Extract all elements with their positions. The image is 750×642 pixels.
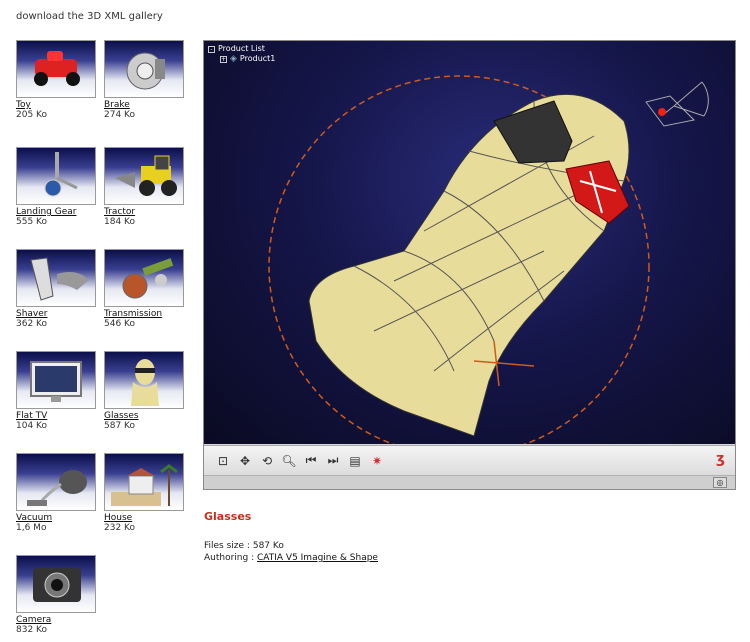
brake-disc-icon[interactable] (104, 40, 184, 98)
gallery-item-size: 832 Ko (16, 625, 47, 635)
authoring-tool-link[interactable]: CATIA V5 Imagine & Shape (257, 553, 378, 563)
gallery-item-size: 205 Ko (16, 110, 47, 120)
gallery-item-size: 1,6 Mo (16, 523, 47, 533)
gallery-item-name[interactable]: Flat TV (16, 411, 96, 421)
toy-car-icon[interactable] (16, 40, 96, 98)
transmission-icon[interactable] (104, 249, 184, 307)
3ds-logo-icon: ʒ (716, 451, 725, 467)
gallery-item-transmission[interactable]: Transmission 546 Ko (104, 249, 184, 329)
3d-viewport[interactable]: - Product List + ◈ Product1 (204, 41, 735, 444)
gallery-item-tractor[interactable]: Tractor 184 Ko (104, 147, 184, 227)
gallery-item-name[interactable]: Landing Gear (16, 207, 96, 217)
glasses-icon[interactable] (104, 351, 184, 409)
catia-icon[interactable]: ✷ (368, 452, 386, 470)
viewer-toolbar: ⊡ ✥ ⟲ 🔍︎ ⏮︎ ⏭︎ ▤ ✷ ʒ (204, 445, 735, 475)
gallery-item-size: 104 Ko (16, 421, 47, 431)
tree-root[interactable]: - Product List (208, 44, 275, 54)
gallery-item-name[interactable]: Toy (16, 100, 96, 110)
authoring-label: Authoring : (204, 553, 255, 563)
tree-child-label[interactable]: Product1 (240, 54, 275, 64)
gallery-item-house[interactable]: House 232 Ko (104, 453, 184, 533)
gallery-item-size: 232 Ko (104, 523, 135, 533)
gallery-item-vacuum[interactable]: Vacuum 1,6 Mo (16, 453, 96, 533)
file-size-row: Files size : 587 Ko (204, 540, 378, 552)
authoring-row: Authoring : CATIA V5 Imagine & Shape (204, 552, 378, 564)
landing-gear-icon[interactable] (16, 147, 96, 205)
gallery-item-name[interactable]: Transmission (104, 309, 184, 319)
pan-icon[interactable]: ✥ (236, 452, 254, 470)
clipboard-icon[interactable]: ▤ (346, 452, 364, 470)
next-icon[interactable]: ⏭︎ (324, 452, 342, 470)
download-gallery-link[interactable]: download the 3D XML gallery (16, 11, 163, 22)
gallery-item-size: 184 Ko (104, 217, 135, 227)
gallery-item-name[interactable]: House (104, 513, 184, 523)
rotate-icon[interactable]: ⟲ (258, 452, 276, 470)
file-size-label: Files size : (204, 541, 250, 551)
gallery-item-name[interactable]: Shaver (16, 309, 96, 319)
tree-root-label[interactable]: Product List (218, 44, 265, 54)
glasses-model-render[interactable] (204, 41, 735, 444)
selected-item-info: Files size : 587 Ko Authoring : CATIA V5… (204, 540, 378, 564)
viewer-statusbar: ◎ (204, 475, 735, 489)
vacuum-icon[interactable] (16, 453, 96, 511)
gallery-item-brake[interactable]: Brake 274 Ko (104, 40, 184, 120)
gallery-item-shaver[interactable]: Shaver 362 Ko (16, 249, 96, 329)
settings-icon[interactable]: ◎ (713, 477, 727, 488)
camera-icon[interactable] (16, 555, 96, 613)
shaver-icon[interactable] (16, 249, 96, 307)
gallery-item-glasses[interactable]: Glasses 587 Ko (104, 351, 184, 431)
flat-tv-icon[interactable] (16, 351, 96, 409)
zoom-icon[interactable]: 🔍︎ (280, 452, 298, 470)
gallery-item-size: 546 Ko (104, 319, 135, 329)
gallery-item-toy[interactable]: Toy 205 Ko (16, 40, 96, 120)
product-icon: ◈ (230, 54, 237, 64)
gallery-item-size: 555 Ko (16, 217, 47, 227)
house-icon[interactable] (104, 453, 184, 511)
tractor-icon[interactable] (104, 147, 184, 205)
product-tree: - Product List + ◈ Product1 (208, 44, 275, 64)
expand-icon[interactable]: + (220, 55, 227, 63)
gallery-item-camera[interactable]: Camera 832 Ko (16, 555, 96, 635)
gallery-item-name[interactable]: Glasses (104, 411, 184, 421)
gallery-item-size: 274 Ko (104, 110, 135, 120)
gallery-item-name[interactable]: Vacuum (16, 513, 96, 523)
fit-all-icon[interactable]: ⊡ (214, 452, 232, 470)
file-size-value: 587 Ko (252, 541, 284, 551)
gallery-item-flat-tv[interactable]: Flat TV 104 Ko (16, 351, 96, 431)
previous-icon[interactable]: ⏮︎ (302, 452, 320, 470)
collapse-icon[interactable]: - (208, 45, 215, 53)
gallery-item-name[interactable]: Tractor (104, 207, 184, 217)
compass-icon[interactable] (645, 81, 709, 127)
selected-item-title: Glasses (204, 510, 252, 523)
3d-viewer[interactable]: - Product List + ◈ Product1 ⊡ ✥ ⟲ 🔍︎ ⏮︎ … (203, 40, 736, 490)
gallery-item-name[interactable]: Brake (104, 100, 184, 110)
gallery-item-size: 587 Ko (104, 421, 135, 431)
gallery-item-size: 362 Ko (16, 319, 47, 329)
gallery-item-name[interactable]: Camera (16, 615, 96, 625)
gallery-item-landing-gear[interactable]: Landing Gear 555 Ko (16, 147, 96, 227)
tree-child[interactable]: + ◈ Product1 (220, 54, 275, 64)
